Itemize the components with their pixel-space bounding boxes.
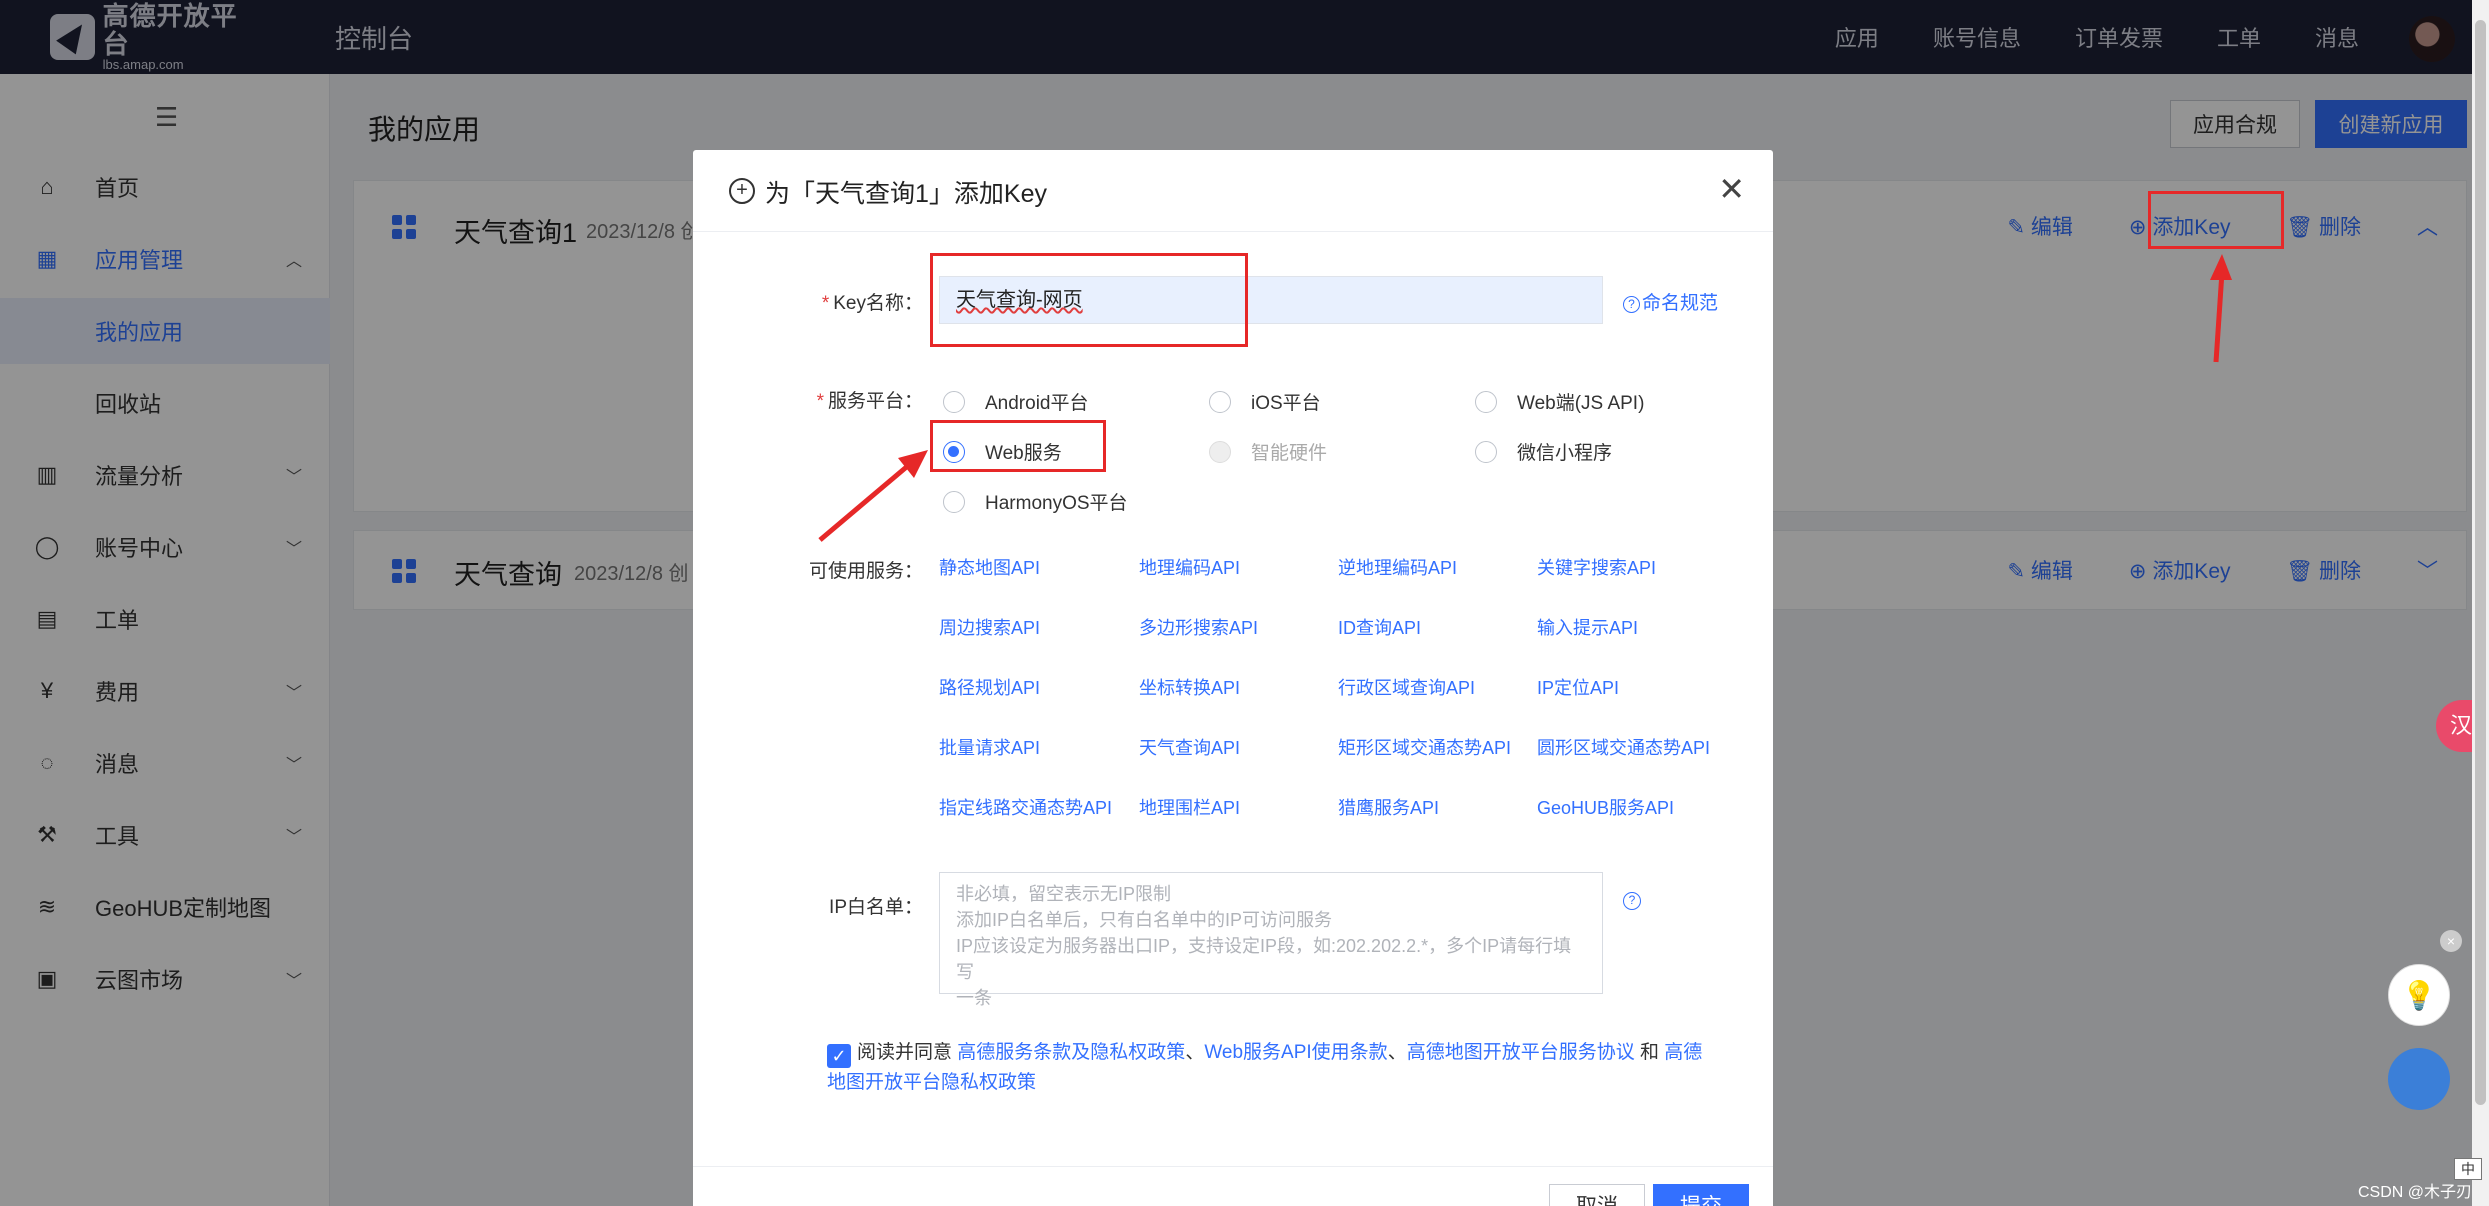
- service-link[interactable]: 关键字搜索API: [1537, 554, 1656, 580]
- add-circle-icon: +: [729, 178, 755, 204]
- watermark: CSDN @木子刃: [2358, 1184, 2473, 1201]
- service-link[interactable]: 坐标转换API: [1139, 674, 1240, 700]
- service-link[interactable]: GeoHUB服务API: [1537, 794, 1674, 820]
- service-link[interactable]: 天气查询API: [1139, 734, 1240, 760]
- web-api-terms-link[interactable]: Web服务API使用条款: [1204, 1042, 1387, 1063]
- radio-smart-hardware: 智能硬件: [1209, 438, 1327, 465]
- service-link[interactable]: 地理围栏API: [1139, 794, 1240, 820]
- service-link[interactable]: 多边形搜索API: [1139, 614, 1258, 640]
- service-link[interactable]: 静态地图API: [939, 554, 1040, 580]
- service-link[interactable]: 批量请求API: [939, 734, 1040, 760]
- service-link[interactable]: 路径规划API: [939, 674, 1040, 700]
- service-link[interactable]: 指定线路交通态势API: [939, 794, 1112, 820]
- service-link[interactable]: 圆形区域交通态势API: [1537, 734, 1710, 760]
- platform-label: * 服务平台：: [816, 391, 923, 412]
- annotation-box-key-name: [930, 253, 1248, 347]
- placeholder-line: IP应该设定为服务器出口IP，支持设定IP段，如:202.202.2.*，多个I…: [956, 936, 1572, 982]
- assistant-avatar-icon[interactable]: [2388, 1048, 2450, 1110]
- service-link[interactable]: 地理编码API: [1139, 554, 1240, 580]
- services-label: 可使用服务：: [808, 561, 923, 582]
- dialog-title: 为「天气查询1」添加Key: [765, 180, 1047, 208]
- service-link[interactable]: ID查询API: [1338, 614, 1421, 640]
- service-link[interactable]: 矩形区域交通态势API: [1338, 734, 1511, 760]
- help-icon: ?: [1623, 296, 1640, 313]
- service-link[interactable]: 猎鹰服务API: [1338, 794, 1439, 820]
- close-icon[interactable]: ✕: [1718, 170, 1745, 208]
- agreement: ✓ 阅读并同意 高德服务条款及隐私权政策、Web服务API使用条款、高德地图开放平…: [827, 1042, 1703, 1093]
- radio-web-js-api[interactable]: Web端(JS API): [1475, 388, 1644, 415]
- placeholder-line: 添加IP白名单后，只有白名单中的IP可访问服务: [956, 910, 1333, 930]
- annotation-arrow-icon: [818, 450, 928, 542]
- agree-checkbox[interactable]: ✓: [827, 1044, 851, 1068]
- help-icon[interactable]: ?: [1623, 892, 1641, 910]
- lightbulb-icon[interactable]: 💡: [2388, 964, 2450, 1026]
- radio-android[interactable]: Android平台: [943, 388, 1089, 415]
- annotation-arrow-up-icon: [2210, 254, 2232, 363]
- close-float-icon[interactable]: ×: [2440, 930, 2462, 952]
- cancel-button[interactable]: 取消: [1549, 1184, 1645, 1206]
- placeholder-line: 一条: [956, 988, 992, 1008]
- service-link[interactable]: 周边搜索API: [939, 614, 1040, 640]
- annotation-box-web-service: [930, 420, 1106, 472]
- service-link[interactable]: 行政区域查询API: [1338, 674, 1475, 700]
- service-link[interactable]: IP定位API: [1537, 674, 1619, 700]
- radio-harmonyos[interactable]: HarmonyOS平台: [943, 488, 1128, 515]
- terms-link[interactable]: 高德服务条款及隐私权政策: [957, 1042, 1185, 1063]
- key-name-label: * Key名称：: [821, 293, 923, 314]
- dialog-footer-divider: [693, 1166, 1773, 1167]
- submit-button[interactable]: 提交: [1653, 1184, 1749, 1206]
- ip-whitelist-label: IP白名单：: [829, 897, 923, 918]
- ime-indicator: 中: [2454, 1158, 2482, 1180]
- radio-ios[interactable]: iOS平台: [1209, 388, 1321, 415]
- service-link[interactable]: 逆地理编码API: [1338, 554, 1457, 580]
- placeholder-line: 非必填，留空表示无IP限制: [956, 884, 1172, 904]
- naming-rule-link[interactable]: ? 命名规范: [1623, 288, 1718, 315]
- radio-wechat-miniprogram[interactable]: 微信小程序: [1475, 438, 1612, 465]
- service-link[interactable]: 输入提示API: [1537, 614, 1638, 640]
- scrollbar[interactable]: [2472, 0, 2489, 1206]
- annotation-box-add-key: [2148, 191, 2284, 249]
- service-agreement-link[interactable]: 高德地图开放平台服务协议: [1407, 1042, 1635, 1063]
- ip-whitelist-textarea[interactable]: 非必填，留空表示无IP限制 添加IP白名单后，只有白名单中的IP可访问服务 IP…: [939, 872, 1603, 1008]
